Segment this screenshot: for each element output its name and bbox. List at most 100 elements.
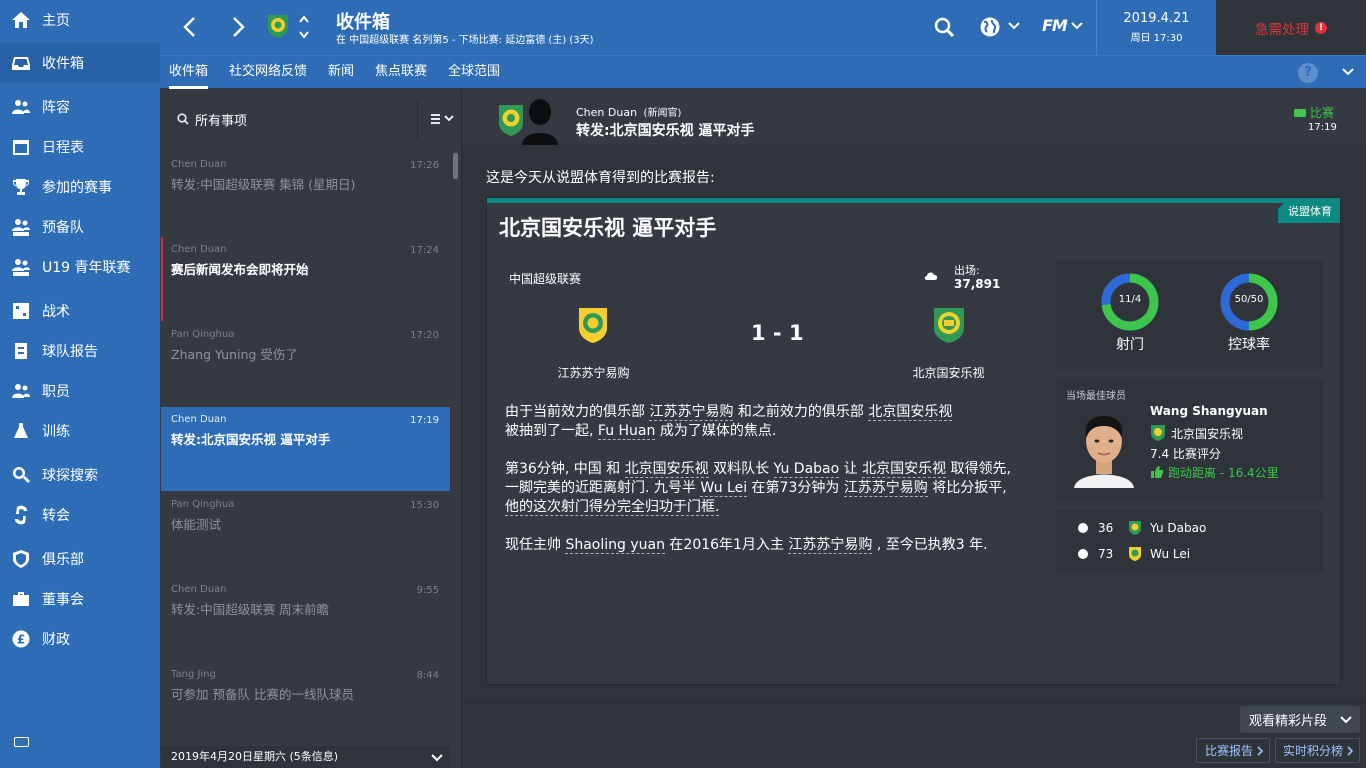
- nav-item-board[interactable]: 董事会: [0, 579, 160, 619]
- list-item[interactable]: Chen Duan 9:55 转发:中国超级联赛 周末前瞻: [161, 577, 450, 661]
- list-item[interactable]: Chen Duan 17:24 赛后新闻发布会即将开始: [161, 237, 450, 321]
- urgent-button[interactable]: 急需处理 !: [1216, 0, 1366, 55]
- nav-item-home[interactable]: 主页: [0, 0, 160, 40]
- svg-text:£: £: [17, 633, 25, 647]
- text: 一脚完美的近距离射门. 九号半: [505, 480, 701, 496]
- nav-item-club[interactable]: 俱乐部: [0, 539, 160, 579]
- goal-scorer[interactable]: Yu Dabao: [1150, 521, 1206, 535]
- list-item[interactable]: Pan Qinghua 15:30 体能测试: [161, 492, 450, 576]
- training-icon: [0, 421, 42, 441]
- motm-club[interactable]: 北京国安乐视: [1171, 425, 1243, 442]
- globe-icon[interactable]: [979, 16, 1001, 38]
- text: 被抽到了一起,: [505, 423, 598, 439]
- possession-value: 50/50: [1234, 294, 1264, 305]
- nav-item-transfers[interactable]: 转会: [0, 495, 160, 535]
- list-item-selected[interactable]: Chen Duan 17:19 转发:北京国安乐视 逼平对手: [161, 407, 450, 491]
- nav-label: 训练: [42, 424, 70, 440]
- nav-item-finances[interactable]: £ 财政: [0, 619, 160, 659]
- nav-item-squad[interactable]: 阵容: [0, 87, 160, 127]
- message-sender: Pan Qinghua: [171, 499, 235, 510]
- tab-news[interactable]: 新闻: [328, 56, 354, 89]
- alert-icon: !: [1315, 21, 1327, 34]
- message-sender: Chen Duan: [171, 584, 227, 595]
- unread-marker: [161, 237, 163, 321]
- away-team-name[interactable]: 北京国安乐视: [842, 364, 1055, 381]
- list-item[interactable]: Pan Qinghua 17:20 Zhang Yuning 受伤了: [161, 322, 450, 406]
- message-list-pane: 所有事项 Chen Duan 17:26 转发:中国超级联赛 集锦 (星期日) …: [161, 89, 461, 768]
- list-item[interactable]: Chen Duan 17:26 转发:中国超级联赛 集锦 (星期日): [161, 152, 450, 236]
- back-arrow-icon[interactable]: [182, 16, 196, 38]
- briefcase-icon: [0, 589, 42, 609]
- nav-label: 转会: [42, 508, 70, 524]
- chevron-down-icon[interactable]: [1342, 68, 1354, 76]
- club-link[interactable]: 江苏苏宁易购: [843, 480, 928, 497]
- report-paragraph: 现任主帅 Shaoling yuan 在2016年1月入主 江苏苏宁易购 , 至…: [505, 536, 1045, 555]
- match-stats-panel: 11/4 射门 50/50 控球率: [1056, 260, 1323, 369]
- goal-scorer[interactable]: Wu Lei: [1150, 547, 1190, 561]
- people-icon: [0, 97, 42, 117]
- date-continue-button[interactable]: 2019.4.21 周日 17:30: [1097, 0, 1216, 55]
- search-icon[interactable]: [934, 17, 955, 38]
- tab-global[interactable]: 全球范围: [448, 56, 500, 89]
- chevron-down-icon[interactable]: [1008, 22, 1020, 30]
- text: 在2016年1月入主: [664, 537, 789, 553]
- nav-item-competitions[interactable]: 参加的赛事: [0, 167, 160, 207]
- nav-item-reserves[interactable]: 预备队: [0, 207, 160, 247]
- goals-panel: 36 Yu Dabao 73 Wu Lei: [1056, 510, 1323, 573]
- list-options-button[interactable]: [430, 111, 456, 130]
- manager-link[interactable]: Shaoling yuan: [565, 537, 665, 554]
- match-report-button[interactable]: 比赛报告: [1196, 738, 1270, 763]
- club-link[interactable]: 北京国安乐视: [862, 461, 947, 478]
- message-subject: 转发:中国超级联赛 集锦 (星期日): [171, 177, 356, 192]
- sidebar: 主页 收件箱 阵容 日程表 参加的赛事 预备队 U19 青年联赛 战术 球队报告…: [0, 0, 160, 768]
- club-link[interactable]: 北京国安乐视: [868, 404, 953, 421]
- player-link[interactable]: Wu Lei: [700, 480, 748, 497]
- club-badge-icon[interactable]: [267, 13, 289, 39]
- player-photo[interactable]: [1074, 408, 1134, 488]
- nav-label: U19 青年联赛: [42, 260, 131, 276]
- motm-name[interactable]: Wang Shangyuan: [1150, 404, 1268, 418]
- transfer-icon: [0, 505, 42, 525]
- text: 第36分钟, 中国 和: [505, 461, 625, 477]
- live-table-button[interactable]: 实时积分榜: [1275, 738, 1360, 763]
- attendance-value: 37,891: [954, 277, 1001, 291]
- fm-menu-logo[interactable]: FM: [1042, 16, 1068, 35]
- nav-item-u19[interactable]: U19 青年联赛: [0, 247, 160, 287]
- keyboard-icon[interactable]: [14, 737, 29, 747]
- nav-item-inbox[interactable]: 收件箱: [0, 43, 160, 83]
- date-group-header[interactable]: 2019年4月20日星期六 (5条信息): [161, 746, 450, 768]
- club-switch-icon[interactable]: [298, 13, 310, 41]
- help-icon[interactable]: ?: [1298, 63, 1318, 83]
- tab-social[interactable]: 社交网络反馈: [229, 56, 307, 89]
- nav-item-tactics[interactable]: 战术: [0, 291, 160, 331]
- home-team-name[interactable]: 江苏苏宁易购: [487, 364, 700, 381]
- header-bar: 收件箱 在 中国超级联赛 名列第5 - 下场比赛: 延边富德 (主) (3天) …: [160, 0, 1366, 55]
- nav-item-schedule[interactable]: 日程表: [0, 127, 160, 167]
- nav-item-team-report[interactable]: 球队报告: [0, 331, 160, 371]
- club-link[interactable]: 江苏苏宁易购: [788, 537, 873, 554]
- report-paragraph: 第36分钟, 中国 和 北京国安乐视 双料队长 Yu Dabao 让 北京国安乐…: [505, 460, 1045, 517]
- highlights-button[interactable]: 观看精彩片段: [1240, 706, 1360, 733]
- nav-item-staff[interactable]: 职员: [0, 371, 160, 411]
- list-item[interactable]: Tang Jing 8:44 可参加 预备队 比赛的一线队球员: [161, 662, 450, 746]
- away-team-badge-icon: [934, 308, 964, 343]
- text: 现任主帅: [505, 537, 566, 553]
- player-link[interactable]: Fu Huan: [597, 423, 656, 440]
- message-time: 17:24: [410, 245, 439, 256]
- page-subtitle: 在 中国超级联赛 名列第5 - 下场比赛: 延边富德 (主) (3天): [336, 35, 594, 46]
- player-link[interactable]: Yu Dabao: [773, 461, 840, 478]
- nav-item-scouting[interactable]: 球探搜索: [0, 455, 160, 495]
- forward-arrow-icon[interactable]: [232, 16, 246, 38]
- chevron-down-icon[interactable]: [1071, 22, 1083, 30]
- club-link[interactable]: 北京国安乐视: [624, 461, 709, 478]
- tab-focus-league[interactable]: 焦点联赛: [375, 56, 427, 89]
- club-link[interactable]: 江苏苏宁易购: [649, 404, 734, 421]
- ball-icon: [1078, 523, 1088, 533]
- list-scrollbar[interactable]: [453, 153, 458, 179]
- nav-item-training[interactable]: 训练: [0, 411, 160, 451]
- search-filter[interactable]: 所有事项: [161, 89, 417, 149]
- match-report-card: 说盟体育 北京国安乐视 逼平对手 中国超级联赛 出场: 37,891 1 - 1…: [486, 197, 1341, 685]
- tab-inbox[interactable]: 收件箱: [169, 56, 209, 89]
- message-subject: Zhang Yuning 受伤了: [171, 347, 298, 362]
- message-sender: Chen Duan: [171, 244, 227, 255]
